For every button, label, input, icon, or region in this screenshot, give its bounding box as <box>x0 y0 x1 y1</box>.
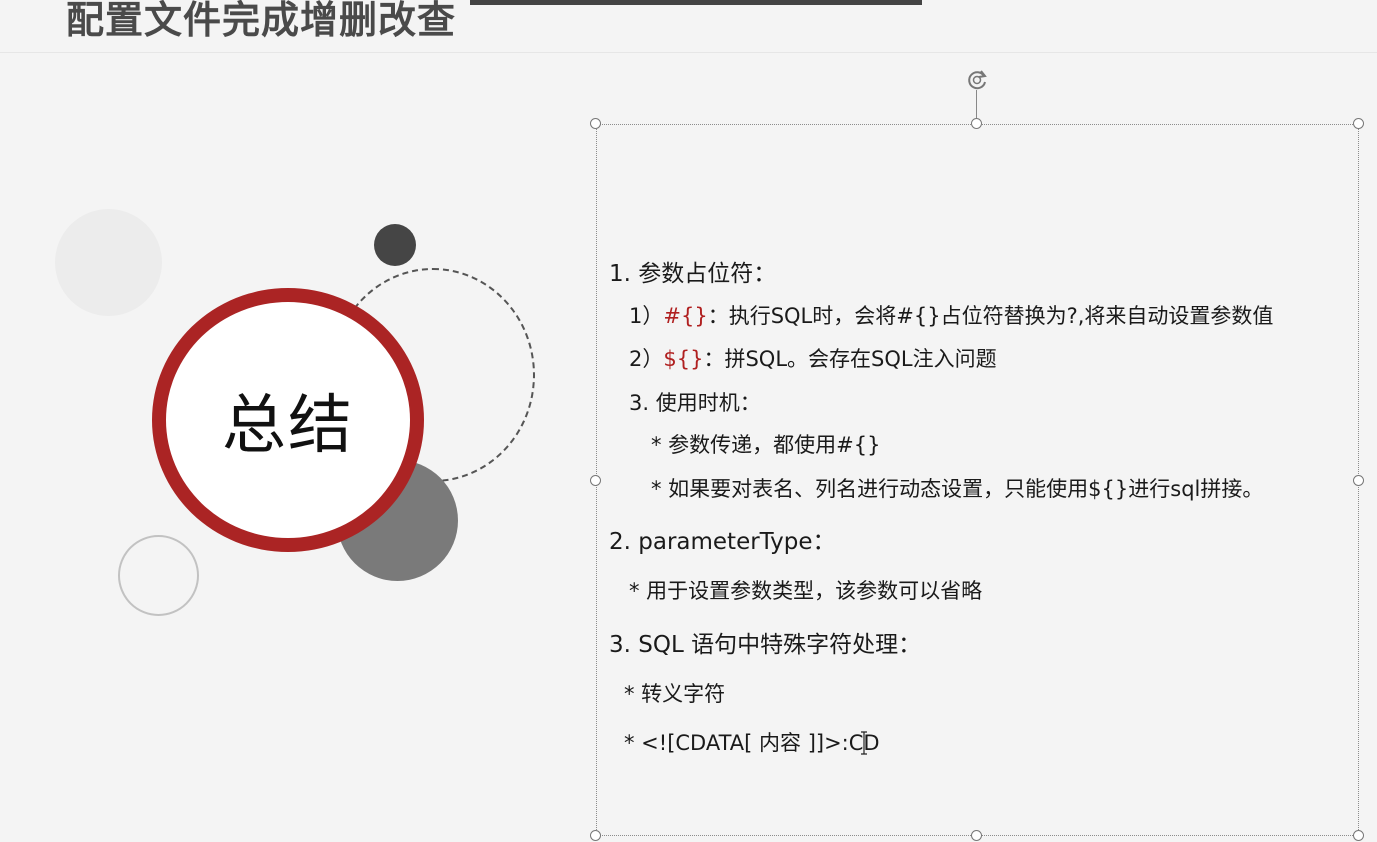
section-placeholder-heading: 1. 参数占位符： <box>609 261 777 287</box>
item-text: ：拼SQL。会存在SQL注入问题 <box>703 347 997 371</box>
usage-timing-param: * 参数传递，都使用#{} <box>651 433 881 457</box>
resize-handle-top-right[interactable] <box>1353 118 1364 129</box>
item-prefix: 2） <box>629 347 664 371</box>
summary-ring-label: 总结 <box>222 389 354 463</box>
resize-handle-middle-right[interactable] <box>1353 475 1364 486</box>
item-text: ：执行SQL时，会将#{}占位符替换为?,将来自动设置参数值 <box>707 304 1274 328</box>
dollar-token: ${} <box>663 347 704 371</box>
resize-handle-bottom-right[interactable] <box>1353 830 1364 841</box>
usage-timing-heading: 3. 使用时机： <box>629 391 761 415</box>
resize-handle-bottom-center[interactable] <box>971 830 982 841</box>
resize-handle-bottom-left[interactable] <box>590 830 601 841</box>
item-prefix: 1） <box>629 304 664 328</box>
hash-token: #{} <box>663 304 708 328</box>
rotate-handle-icon[interactable] <box>964 67 990 93</box>
top-window-bar <box>470 0 922 5</box>
slide-title: 配置文件完成增删改查 <box>66 0 457 42</box>
text-cursor-icon <box>861 731 867 755</box>
section-special-chars-heading: 3. SQL 语句中特殊字符处理： <box>609 632 922 658</box>
special-chars-cdata: * <![CDATA[ 内容 ]]>:CD <box>624 731 880 755</box>
placeholder-item-dollar: 2）${}：拼SQL。会存在SQL注入问题 <box>629 343 997 373</box>
title-divider <box>0 52 1377 53</box>
decor-circle-outline <box>118 535 199 616</box>
parametertype-note: * 用于设置参数类型，该参数可以省略 <box>629 579 983 603</box>
decor-circle-dark-dot <box>374 224 416 266</box>
decor-circle-light <box>55 209 162 316</box>
resize-handle-top-left[interactable] <box>590 118 601 129</box>
usage-timing-dynamic: * 如果要对表名、列名进行动态设置，只能使用${}进行sql拼接。 <box>651 477 1264 501</box>
resize-handle-middle-left[interactable] <box>590 475 601 486</box>
resize-handle-top-center[interactable] <box>971 118 982 129</box>
placeholder-item-hash: 1）#{}：执行SQL时，会将#{}占位符替换为?,将来自动设置参数值 <box>629 300 1273 330</box>
special-chars-escape: * 转义字符 <box>624 682 726 706</box>
section-parametertype-heading: 2. parameterType： <box>609 529 836 555</box>
summary-ring: 总结 <box>152 288 424 552</box>
